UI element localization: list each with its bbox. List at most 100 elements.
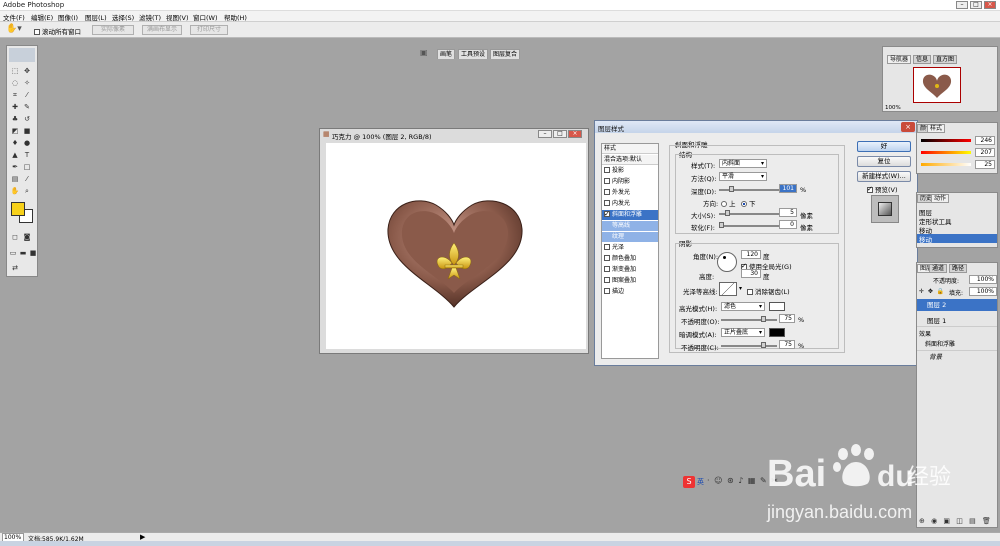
soften-slider[interactable] [719, 222, 779, 228]
size-input[interactable]: 5 [779, 208, 797, 217]
style-item-inner-shadow[interactable]: 内阴影 [602, 177, 658, 187]
layer-opacity-input[interactable]: 100% [969, 275, 997, 284]
shadow-opacity-slider[interactable] [721, 342, 777, 348]
layer-effect-bevel[interactable]: 斜面和浮雕 [925, 339, 955, 348]
document-titlebar[interactable]: ▦ 巧克力 @ 100% (图层 2, RGB/8) – □ × [320, 129, 588, 141]
layer-row[interactable]: 图层 1 [917, 315, 997, 327]
soften-slider-thumb[interactable] [719, 222, 724, 228]
depth-slider[interactable] [719, 186, 779, 192]
blue-value[interactable]: 25 [975, 160, 995, 169]
tab-channels[interactable]: 通道 [929, 264, 948, 273]
menu-filter[interactable]: 滤镜(T) [139, 12, 161, 22]
highlight-opacity-input[interactable]: 75 [779, 314, 795, 323]
style-item-contour[interactable]: 等高线 [602, 221, 658, 231]
dialog-titlebar[interactable]: 图层样式 × [595, 121, 917, 133]
doc-maximize-button[interactable]: □ [553, 130, 567, 138]
gloss-contour-dropdown-icon[interactable]: ▾ [739, 285, 742, 292]
shape-tool-icon[interactable]: □ [22, 162, 32, 172]
gradient-tool-icon[interactable]: ■ [22, 126, 32, 136]
close-button[interactable]: × [984, 1, 996, 9]
minimize-button[interactable]: – [956, 1, 968, 9]
history-brush-icon[interactable]: ↺ [22, 114, 32, 124]
history-item-selected[interactable]: 移动 [917, 234, 997, 244]
tab-info[interactable]: 信息 [913, 55, 932, 64]
tab-tool-presets[interactable]: 工具预设 [458, 49, 489, 59]
screen-mode-1-icon[interactable]: ▭ [8, 248, 18, 258]
hand-tool-icon-2[interactable]: ✋ [10, 186, 20, 196]
tab-histogram[interactable]: 直方图 [933, 55, 958, 64]
green-slider[interactable] [921, 151, 971, 154]
menu-file[interactable]: 文件(F) [3, 12, 25, 22]
magic-wand-icon[interactable]: ✧ [22, 78, 32, 88]
marquee-tool-icon[interactable]: ⬚ [10, 66, 20, 76]
shadow-mode-select[interactable]: 正片叠底 [721, 328, 765, 337]
size-slider[interactable] [719, 210, 779, 216]
depth-slider-thumb[interactable] [729, 186, 734, 192]
sogou-ime-icon[interactable]: S [683, 476, 695, 488]
menu-window[interactable]: 窗口(W) [193, 12, 218, 22]
bevel-style-select[interactable]: 内斜面 [719, 159, 767, 168]
style-item-inner-glow[interactable]: 内发光 [602, 199, 658, 209]
shadow-opacity-input[interactable]: 75 [779, 340, 795, 349]
tab-paths[interactable]: 路径 [949, 264, 968, 273]
size-slider-thumb[interactable] [725, 210, 730, 216]
angle-input[interactable]: 120 [741, 250, 761, 259]
fit-screen-button[interactable]: 满画布显示 [142, 25, 182, 35]
healing-brush-icon[interactable]: ✚ [10, 102, 20, 112]
ok-button[interactable]: 好 [857, 141, 911, 152]
tab-navigator[interactable]: 导航器 [887, 55, 912, 64]
highlight-mode-select[interactable]: 滤色 [721, 302, 765, 311]
style-item-outer-glow[interactable]: 外发光 [602, 188, 658, 198]
clone-stamp-icon[interactable]: ♣ [10, 114, 20, 124]
eyedropper-icon[interactable]: ⁄ [22, 174, 32, 184]
style-item-gradient-overlay[interactable]: 渐变叠加 [602, 265, 658, 275]
quickmask-mode-icon[interactable]: ◙ [22, 232, 32, 242]
jump-to-imageready-icon[interactable]: ⇄ [10, 263, 20, 273]
dodge-tool-icon[interactable]: ● [22, 138, 32, 148]
anti-aliased-checkbox[interactable]: 消除锯齿(L) [747, 286, 790, 296]
slice-tool-icon[interactable]: ⁄ [22, 90, 32, 100]
standard-mode-icon[interactable]: ◻ [10, 232, 20, 242]
menu-edit[interactable]: 编辑(E) [31, 12, 53, 22]
red-value[interactable]: 246 [975, 136, 995, 145]
doc-close-button[interactable]: × [568, 130, 582, 138]
menu-view[interactable]: 视图(V) [166, 12, 189, 22]
tab-styles[interactable]: 样式 [927, 124, 946, 133]
foreground-color-swatch[interactable] [11, 202, 25, 216]
altitude-input[interactable]: 30 [741, 269, 761, 278]
blue-slider[interactable] [921, 163, 971, 166]
preview-checkbox[interactable]: 预览(V) [867, 184, 898, 194]
style-item-drop-shadow[interactable]: 投影 [602, 166, 658, 176]
style-item-bevel-emboss[interactable]: 斜面和浮雕 [602, 209, 658, 220]
maximize-button[interactable]: □ [970, 1, 982, 9]
layer-effects-row[interactable]: 效果 [919, 329, 931, 338]
highlight-opacity-thumb[interactable] [761, 316, 766, 322]
status-arrow-icon[interactable]: ▶ [140, 533, 145, 541]
menu-select[interactable]: 选择(S) [112, 12, 134, 22]
move-tool-icon[interactable]: ✥ [22, 66, 32, 76]
zoom-tool-icon[interactable]: ⌕ [22, 186, 32, 196]
gloss-contour-preview[interactable] [719, 282, 737, 296]
document-canvas[interactable] [326, 143, 586, 349]
fill-input[interactable]: 100% [969, 287, 997, 296]
actual-pixels-button[interactable]: 实际像素 [92, 25, 134, 35]
style-item-texture[interactable]: 纹理 [602, 232, 658, 242]
tab-layer-comps[interactable]: 图层复合 [490, 49, 521, 59]
screen-mode-2-icon[interactable]: ▬ [18, 248, 28, 258]
red-slider[interactable] [921, 139, 971, 142]
hand-tool-icon[interactable]: ✋▾ [6, 24, 22, 34]
reset-button[interactable]: 复位 [857, 156, 911, 167]
lasso-tool-icon[interactable]: ◌ [10, 78, 20, 88]
style-item-color-overlay[interactable]: 颜色叠加 [602, 254, 658, 264]
blending-options-item[interactable]: 混合选项:默认 [602, 155, 658, 165]
path-select-icon[interactable]: ▲ [10, 150, 20, 160]
lock-icons[interactable]: ✛ ✥ 🔒 [919, 288, 945, 295]
scroll-all-windows-checkbox[interactable]: 滚动所有窗口 [34, 26, 81, 36]
blur-tool-icon[interactable]: ♦ [10, 138, 20, 148]
menu-layer[interactable]: 图层(L) [85, 12, 107, 22]
direction-down-radio[interactable]: 下 [741, 198, 756, 208]
dialog-close-button[interactable]: × [901, 122, 915, 132]
pen-tool-icon[interactable]: ✒ [10, 162, 20, 172]
green-value[interactable]: 207 [975, 148, 995, 157]
highlight-opacity-slider[interactable] [721, 316, 777, 322]
